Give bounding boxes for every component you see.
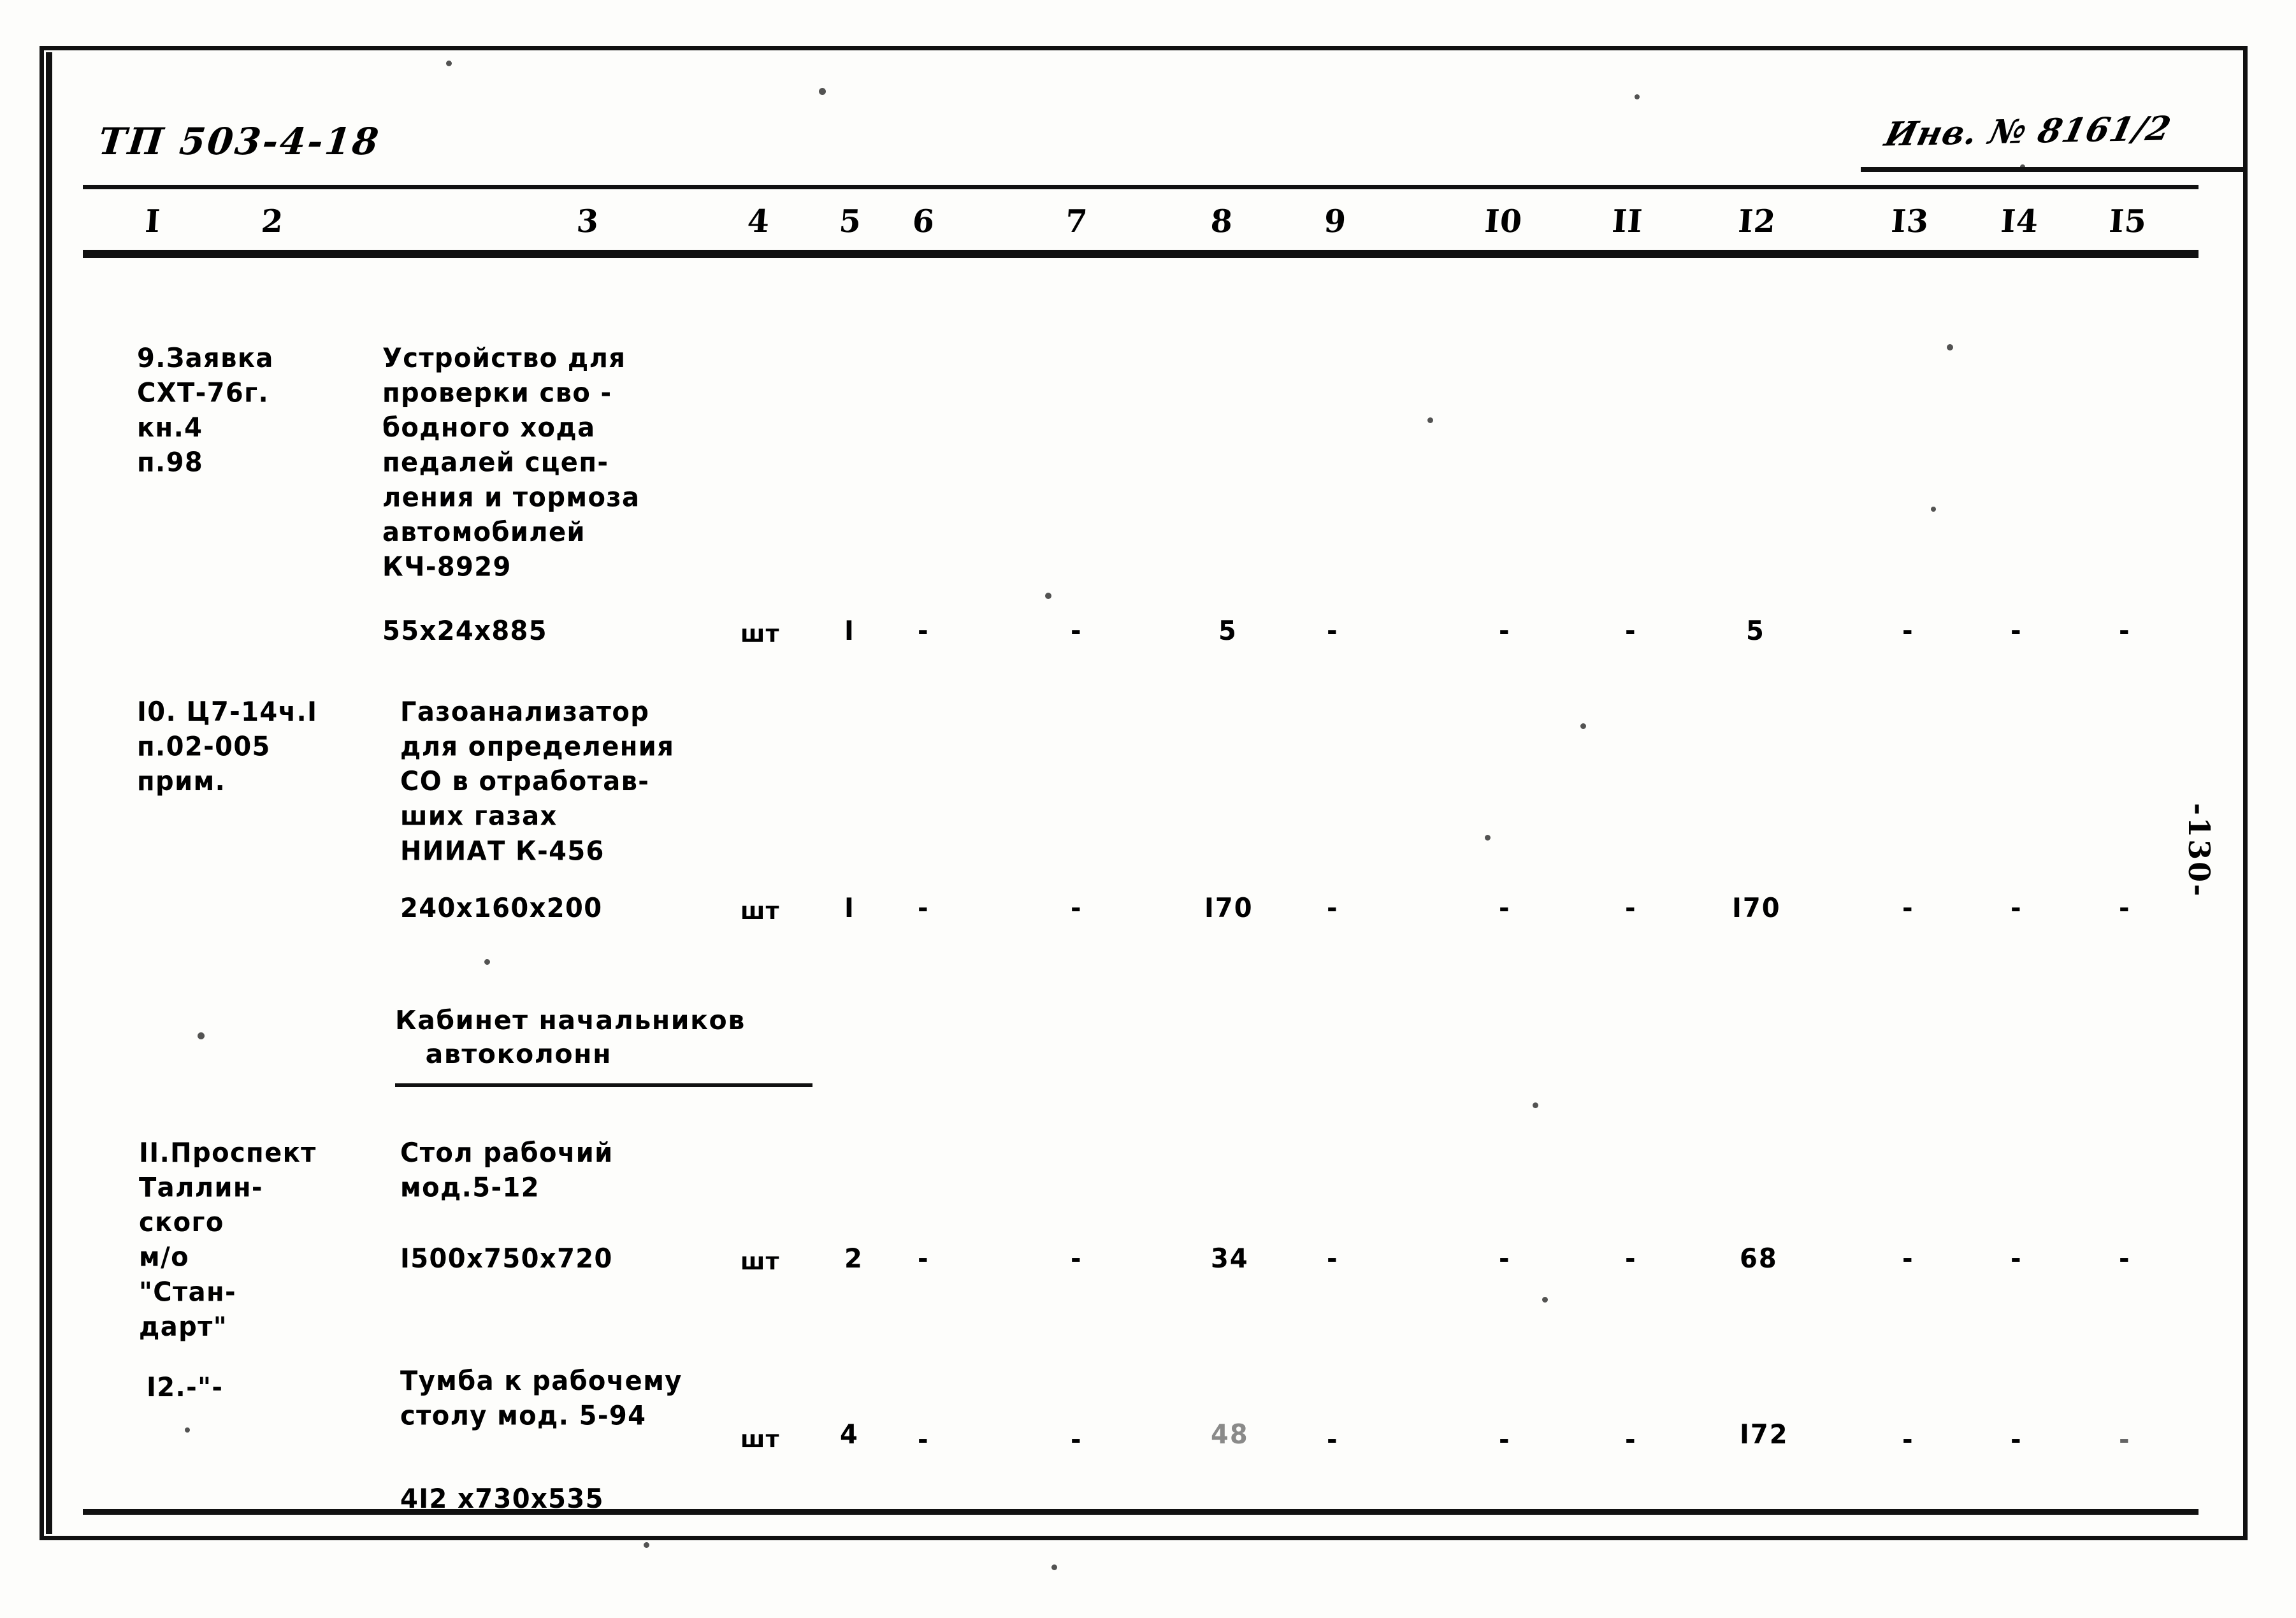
table-row-col11: - <box>1625 1424 1637 1455</box>
table-row-col9: - <box>1327 616 1339 647</box>
table-row-col6: - <box>918 1243 930 1275</box>
table-row-col5: 4 <box>840 1419 859 1450</box>
section-heading-underline <box>395 1083 812 1087</box>
column-number-5: 5 <box>837 203 863 240</box>
table-row-col8: 34 <box>1211 1243 1249 1275</box>
table-row-col12: I70 <box>1732 893 1781 924</box>
scanned-page: ТП 503-4-18 Инв. № 8161/2 I 2 3 4 5 6 7 … <box>0 0 2296 1618</box>
column-number-1: I <box>143 203 162 240</box>
table-row-col15: - <box>2119 616 2131 647</box>
table-row-col15: - <box>2119 1424 2131 1455</box>
table-row-col7: - <box>1071 1243 1083 1275</box>
column-number-7: 7 <box>1064 203 1090 240</box>
column-number-9: 9 <box>1322 203 1348 240</box>
table-header-rule-top <box>83 185 2199 189</box>
table-row-col13: - <box>1902 1243 1914 1275</box>
table-row-unit: шт <box>740 620 780 648</box>
table-row-description: Устройство для проверки сво - бодного хо… <box>382 343 640 583</box>
table-row-col13: - <box>1902 1424 1914 1455</box>
table-row-col11: - <box>1625 893 1637 924</box>
table-row-col7: - <box>1071 1424 1083 1455</box>
table-row-col15: - <box>2119 1243 2131 1275</box>
table-row-col7: - <box>1071 893 1083 924</box>
table-row-col10: - <box>1499 893 1511 924</box>
table-row-col11: - <box>1625 616 1637 647</box>
table-row-col12: I72 <box>1740 1419 1789 1450</box>
table-row-col5: I <box>844 616 855 647</box>
column-number-10: I0 <box>1483 203 1524 240</box>
table-row-source: I0. Ц7-14ч.I п.02-005 прим. <box>137 697 318 797</box>
table-row-col6: - <box>918 893 930 924</box>
page-number: -130- <box>2182 803 2216 899</box>
column-number-3: 3 <box>575 203 601 240</box>
table-row-source: 9.Заявка СХТ-76г. кн.4 п.98 <box>137 343 274 479</box>
page-border <box>40 46 2248 1540</box>
table-row-col9: - <box>1327 1243 1339 1275</box>
table-row-unit: шт <box>740 897 780 925</box>
table-row-col10: - <box>1499 1243 1511 1275</box>
table-row-col13: - <box>1902 616 1914 647</box>
table-row-col10: - <box>1499 1424 1511 1455</box>
table-row-col5: 2 <box>844 1243 863 1275</box>
column-number-15: I5 <box>2107 203 2149 240</box>
table-row-dimensions: 55х24х885 <box>382 616 548 647</box>
table-row-col8: I70 <box>1204 893 1253 924</box>
table-row-col9: - <box>1327 1424 1339 1455</box>
table-row-description: Стол рабочий мод.5-12 <box>400 1138 614 1204</box>
table-row-col14: - <box>2011 1243 2023 1275</box>
table-row-col12: 5 <box>1746 616 1765 647</box>
scan-speck <box>1051 1564 1057 1570</box>
column-number-2: 2 <box>259 203 285 240</box>
table-row-col6: - <box>918 1424 930 1455</box>
page-border-inner-left <box>46 52 52 1534</box>
table-bottom-rule <box>83 1509 2199 1515</box>
table-row-dimensions: 240х160х200 <box>400 893 603 924</box>
table-row-source: I2.-"- <box>147 1372 224 1403</box>
inventory-underline <box>1861 167 2243 172</box>
table-row-col7: - <box>1071 616 1083 647</box>
table-row-description: Тумба к рабочему столу мод. 5-94 <box>400 1366 682 1432</box>
table-row-col11: - <box>1625 1243 1637 1275</box>
table-row-col6: - <box>918 616 930 647</box>
document-code: ТП 503-4-18 <box>96 120 383 163</box>
scan-speck <box>644 1542 649 1548</box>
column-number-13: I3 <box>1889 203 1931 240</box>
column-number-12: I2 <box>1736 203 1778 240</box>
table-row-col9: - <box>1327 893 1339 924</box>
table-row-col14: - <box>2011 893 2023 924</box>
table-row-col10: - <box>1499 616 1511 647</box>
table-row-col12: 68 <box>1740 1243 1778 1275</box>
table-row-col15: - <box>2119 893 2131 924</box>
table-row-unit: шт <box>740 1426 780 1454</box>
column-number-11: II <box>1610 203 1644 240</box>
section-heading: Кабинет начальников автоколонн <box>395 1005 746 1069</box>
table-row-description: Газоанализатор для определения СО в отра… <box>400 697 675 867</box>
table-row-col13: - <box>1902 893 1914 924</box>
table-header-rule-bottom <box>83 250 2199 258</box>
column-number-14: I4 <box>1999 203 2040 240</box>
inventory-number: Инв. № 8161/2 <box>1881 109 2175 154</box>
table-row-col5: I <box>844 893 855 924</box>
column-number-8: 8 <box>1209 203 1235 240</box>
table-row-dimensions: I500х750х720 <box>400 1243 613 1275</box>
table-row-col14: - <box>2011 616 2023 647</box>
table-row-col14: - <box>2011 1424 2023 1455</box>
table-row-unit: шт <box>740 1248 780 1276</box>
table-row-col8: 48 <box>1211 1419 1249 1450</box>
table-row-source: II.Проспект Таллин- ского м/о "Стан- дар… <box>139 1138 317 1343</box>
table-row-col8: 5 <box>1218 616 1238 647</box>
column-number-6: 6 <box>911 203 937 240</box>
column-number-4: 4 <box>746 203 772 240</box>
